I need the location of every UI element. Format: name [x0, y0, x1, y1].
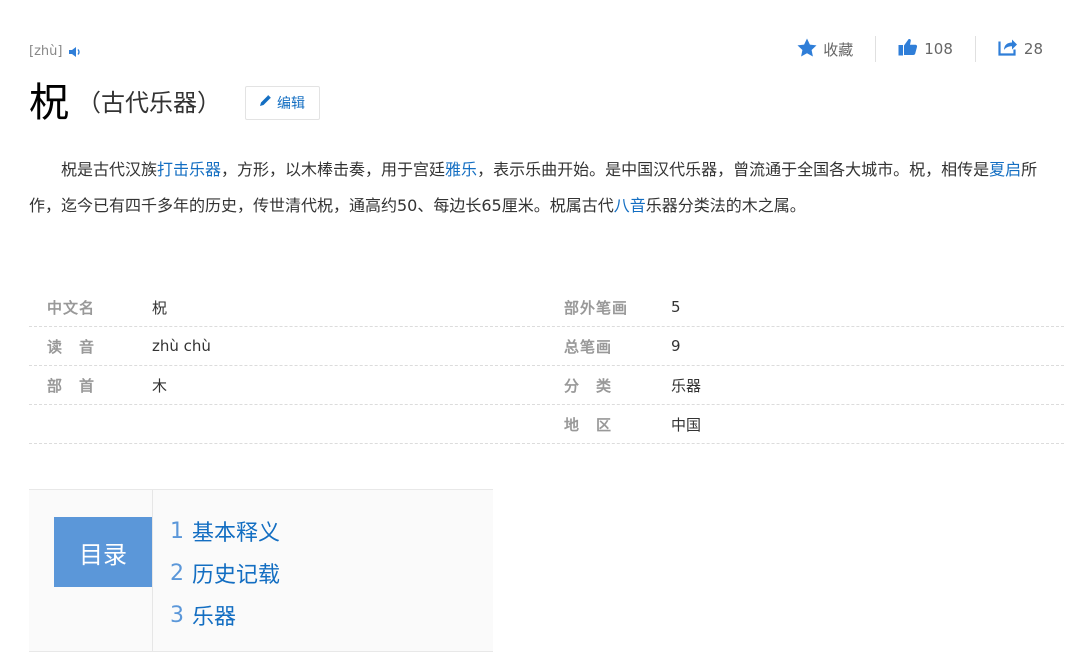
catalog-button[interactable]: 目录	[54, 517, 152, 587]
entry-title: 柷	[29, 80, 69, 126]
summary-text: 乐器分类法的木之属。	[645, 196, 806, 215]
like-button[interactable]: 108	[875, 36, 975, 62]
share-button[interactable]: 28	[974, 36, 1043, 62]
toc-list: 1 基本释义 2 历史记载 3 乐器	[170, 510, 280, 636]
info-value: 柷	[152, 298, 168, 317]
info-value: zhù chù	[152, 337, 211, 355]
info-row-extra-strokes: 部外笔画 5	[517, 288, 1064, 327]
toc-item-history[interactable]: 2 历史记载	[170, 552, 280, 594]
info-value: 9	[671, 337, 681, 355]
share-count: 28	[1023, 40, 1043, 58]
pencil-icon	[258, 94, 272, 112]
star-icon	[797, 38, 817, 61]
pinyin-line: [zhù]	[29, 44, 82, 59]
pinyin-text: [zhù]	[29, 44, 63, 59]
info-value: 5	[671, 298, 681, 316]
catalog: 目录 1 基本释义 2 历史记载 3 乐器	[29, 489, 493, 652]
toc-number: 2	[170, 560, 184, 586]
info-value: 乐器	[671, 376, 702, 395]
info-row-region: 地 区 中国	[517, 405, 1064, 444]
info-value: 木	[152, 376, 168, 395]
like-count: 108	[924, 40, 953, 58]
info-key: 地 区	[564, 415, 613, 434]
info-value: 中国	[671, 415, 702, 434]
info-key: 部外笔画	[564, 298, 629, 317]
toc-link[interactable]: 乐器	[192, 599, 236, 631]
entry-title-row: 柷 （古代乐器） 编辑	[29, 78, 320, 128]
share-icon	[998, 38, 1018, 60]
toc-link[interactable]: 基本释义	[192, 515, 280, 547]
info-key: 部 首	[47, 376, 96, 395]
info-row-total-strokes: 总笔画 9	[517, 327, 1064, 366]
toc-item-basic-meaning[interactable]: 1 基本释义	[170, 510, 280, 552]
summary-link[interactable]: 雅乐	[445, 160, 477, 179]
speaker-icon[interactable]	[68, 45, 82, 59]
entry-actions: 收藏 108 28	[797, 36, 1043, 62]
toc-number: 1	[170, 518, 184, 544]
info-row-name: 中文名 柷	[29, 288, 518, 327]
info-key: 读 音	[47, 337, 96, 356]
toc-item-instrument[interactable]: 3 乐器	[170, 594, 280, 636]
entry-subtitle: （古代乐器）	[77, 89, 221, 117]
info-row-radical: 部 首 木	[29, 366, 518, 405]
summary-text: ，表示乐曲开始。是中国汉代乐器，曾流通于全国各大城市。柷，相传是	[477, 160, 990, 179]
summary-link[interactable]: 八音	[614, 196, 646, 215]
collect-label: 收藏	[823, 40, 854, 59]
info-row-empty	[29, 405, 518, 444]
summary-text: 柷是古代汉族	[61, 160, 158, 179]
collect-button[interactable]: 收藏	[797, 36, 875, 62]
info-row-pronunciation: 读 音 zhù chù	[29, 327, 518, 366]
thumbs-up-icon	[898, 38, 918, 60]
basic-info-left: 中文名 柷 读 音 zhù chù 部 首 木	[29, 288, 518, 444]
info-row-category: 分 类 乐器	[517, 366, 1064, 405]
toc-number: 3	[170, 602, 184, 628]
summary-text: ，方形，以木棒击奏，用于宫廷	[221, 160, 446, 179]
info-key: 总笔画	[564, 337, 613, 356]
edit-button[interactable]: 编辑	[245, 86, 320, 120]
info-key: 分 类	[564, 376, 613, 395]
basic-info-right: 部外笔画 5 总笔画 9 分 类 乐器 地 区 中国	[517, 288, 1064, 444]
entry-summary: 柷是古代汉族打击乐器，方形，以木棒击奏，用于宫廷雅乐，表示乐曲开始。是中国汉代乐…	[29, 152, 1065, 224]
catalog-divider	[152, 490, 153, 651]
summary-link[interactable]: 打击乐器	[157, 160, 221, 179]
edit-label: 编辑	[277, 96, 305, 112]
summary-link[interactable]: 夏启	[989, 160, 1021, 179]
toc-link[interactable]: 历史记载	[192, 557, 280, 589]
info-key: 中文名	[47, 298, 96, 317]
